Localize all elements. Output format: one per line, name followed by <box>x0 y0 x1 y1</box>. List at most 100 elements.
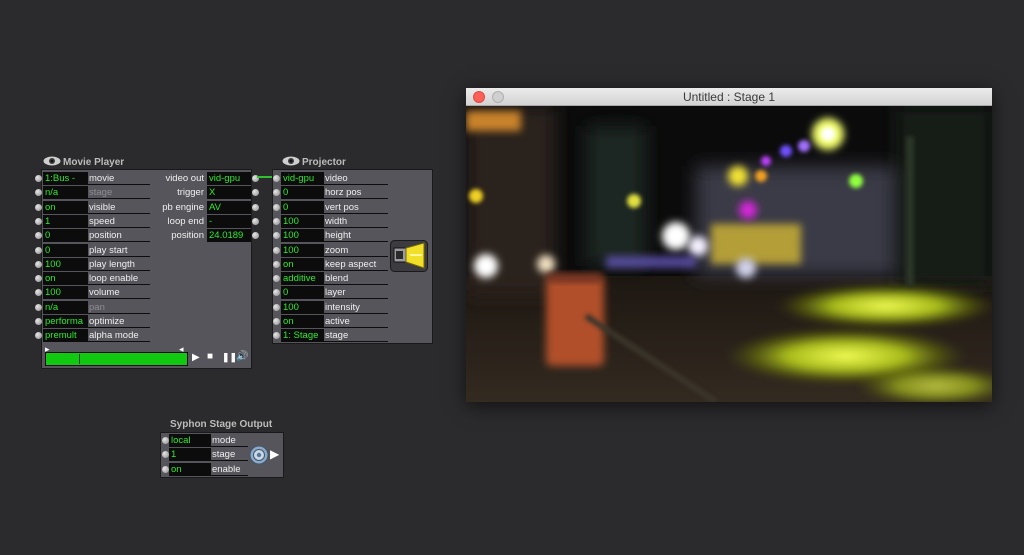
input-port[interactable] <box>273 275 280 283</box>
stop-icon[interactable]: ■ <box>207 352 213 362</box>
movie-scrubber[interactable] <box>45 352 188 366</box>
output-row: trigger X <box>150 186 262 200</box>
input-value-field[interactable]: 0 <box>43 229 88 243</box>
close-window-icon[interactable] <box>473 91 485 103</box>
input-port[interactable] <box>35 175 42 182</box>
input-port[interactable] <box>35 275 42 283</box>
output-port[interactable] <box>252 203 259 211</box>
input-port[interactable] <box>35 203 42 211</box>
input-value-field[interactable]: 1 <box>169 448 211 462</box>
input-port[interactable] <box>273 289 280 297</box>
input-value-field[interactable]: 1: Stage <box>281 329 324 343</box>
input-value-field[interactable]: local <box>169 434 211 447</box>
input-port[interactable] <box>162 437 169 444</box>
property-row: 100 zoom <box>272 243 390 257</box>
input-value-field[interactable]: 0 <box>281 186 324 200</box>
syphon-title[interactable]: Syphon Stage Output <box>170 419 272 431</box>
input-port[interactable] <box>273 303 280 311</box>
property-row: additive blend <box>272 272 390 286</box>
property-row: 100 play length <box>35 257 155 271</box>
input-value-field[interactable]: on <box>281 257 324 271</box>
input-port[interactable] <box>35 303 42 311</box>
input-label: vert pos <box>324 201 388 214</box>
input-label: horz pos <box>324 186 388 200</box>
play-icon[interactable]: ▶ <box>192 353 200 363</box>
input-value-field[interactable]: premult <box>43 329 88 343</box>
stage-window[interactable]: Untitled : Stage 1 <box>466 88 992 402</box>
input-value-field[interactable]: on <box>169 462 211 476</box>
input-port[interactable] <box>35 318 42 325</box>
input-value-field[interactable]: on <box>281 315 324 328</box>
input-port[interactable] <box>35 189 42 197</box>
eye-icon[interactable] <box>43 156 61 166</box>
input-value-field[interactable]: 100 <box>281 243 324 257</box>
input-port[interactable] <box>273 246 280 254</box>
input-port[interactable] <box>162 451 169 459</box>
pause-icon[interactable]: ❚❚ <box>222 352 237 362</box>
syphon-output-icon <box>249 445 269 465</box>
input-value-field[interactable]: 0 <box>281 286 324 300</box>
property-row: 1 speed <box>35 214 155 228</box>
input-value-field[interactable]: on <box>43 200 88 214</box>
output-port[interactable] <box>252 217 259 225</box>
output-row: loop end - <box>150 214 262 228</box>
input-port[interactable] <box>162 465 169 473</box>
input-value-field[interactable]: 100 <box>281 300 324 314</box>
input-label: zoom <box>324 244 388 257</box>
input-port[interactable] <box>273 189 280 197</box>
property-row: vid-gpu video <box>272 172 390 185</box>
output-value-field: X <box>207 186 251 200</box>
input-value-field[interactable]: 100 <box>281 229 324 243</box>
property-row: 0 position <box>35 229 155 243</box>
input-label: pan <box>88 301 150 314</box>
input-label: layer <box>324 286 388 300</box>
input-port[interactable] <box>273 260 280 268</box>
input-value-field[interactable]: 1:Bus - <box>43 172 88 185</box>
input-value-field[interactable]: 100 <box>43 286 88 300</box>
volume-icon[interactable]: 🔊 <box>236 352 248 362</box>
play-arrow-icon[interactable]: ▶ <box>270 448 279 460</box>
input-value-field[interactable]: n/a <box>43 186 88 200</box>
input-value-field[interactable]: 100 <box>281 214 324 228</box>
output-label: video out <box>165 173 204 184</box>
input-port[interactable] <box>273 332 280 340</box>
input-port[interactable] <box>273 217 280 225</box>
input-port[interactable] <box>273 203 280 211</box>
input-value-field[interactable]: 1 <box>43 214 88 228</box>
input-value-field[interactable]: performa <box>43 315 88 328</box>
input-value-field[interactable]: 0 <box>43 243 88 257</box>
input-port[interactable] <box>273 318 280 325</box>
input-value-field[interactable]: vid-gpu <box>281 172 324 185</box>
minimize-window-icon[interactable] <box>492 91 504 103</box>
input-port[interactable] <box>35 260 42 268</box>
input-label: play length <box>88 258 150 271</box>
input-label: stage <box>211 448 248 462</box>
movie-player-title[interactable]: Movie Player <box>43 156 124 169</box>
property-row: 100 intensity <box>272 300 390 314</box>
input-value-field[interactable]: additive <box>281 272 324 286</box>
input-port[interactable] <box>35 232 42 240</box>
output-value-field: vid-gpu <box>207 172 251 185</box>
property-row: 1: Stage stage <box>272 329 390 343</box>
output-port[interactable] <box>252 189 259 197</box>
stage-window-titlebar[interactable]: Untitled : Stage 1 <box>466 88 992 106</box>
input-port[interactable] <box>35 289 42 297</box>
input-label: optimize <box>88 315 150 328</box>
property-row: 0 horz pos <box>272 186 390 200</box>
input-port[interactable] <box>35 246 42 254</box>
input-port[interactable] <box>35 332 42 340</box>
input-label: active <box>324 315 388 328</box>
input-value-field[interactable]: 0 <box>281 200 324 214</box>
input-port[interactable] <box>273 232 280 240</box>
input-port[interactable] <box>273 175 280 182</box>
input-value-field[interactable]: on <box>43 272 88 286</box>
property-row: 100 volume <box>35 286 155 300</box>
input-value-field[interactable]: 100 <box>43 257 88 271</box>
projector-icon <box>390 240 428 272</box>
input-port[interactable] <box>35 217 42 225</box>
projector-title[interactable]: Projector <box>282 156 346 169</box>
input-value-field[interactable]: n/a <box>43 300 88 314</box>
eye-icon[interactable] <box>282 156 300 166</box>
output-port[interactable] <box>252 232 259 240</box>
input-label: mode <box>211 434 248 447</box>
